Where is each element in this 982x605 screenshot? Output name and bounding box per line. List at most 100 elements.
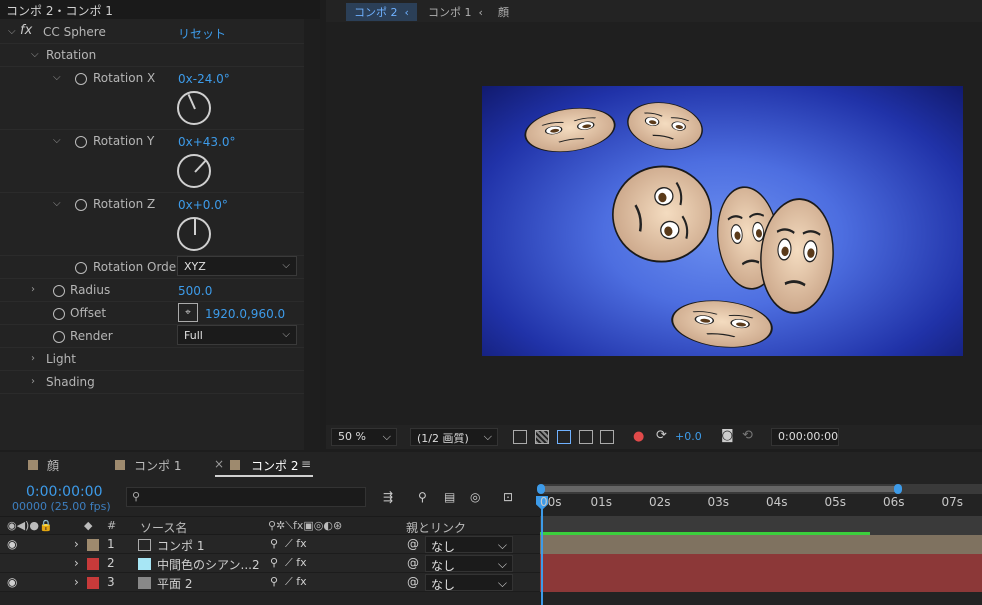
effect-row[interactable]: ⌵ fx CC Sphere リセット xyxy=(0,21,304,44)
light-row[interactable]: › Light xyxy=(0,348,304,371)
guides-icon[interactable] xyxy=(600,430,614,444)
rotation-y-value[interactable]: 0x+43.0° xyxy=(178,135,236,149)
layer-search-input[interactable]: ⚲ xyxy=(126,487,366,507)
shading-row[interactable]: › Shading xyxy=(0,371,304,394)
pick-whip-icon[interactable]: @ xyxy=(407,556,419,570)
transparency-grid-icon[interactable] xyxy=(535,430,549,444)
draft-3d-icon[interactable]: ⚲ xyxy=(418,490,427,504)
tab-face[interactable]: 顔 xyxy=(490,3,517,21)
layer-name[interactable]: 平面 2 xyxy=(157,575,192,592)
stopwatch-icon[interactable] xyxy=(75,199,87,211)
exposure-value[interactable]: +0.0 xyxy=(675,430,702,443)
stopwatch-icon[interactable] xyxy=(75,73,87,85)
chevron-down-icon[interactable]: ⌵ xyxy=(53,72,61,83)
layer-label-color[interactable] xyxy=(87,558,99,570)
mask-visibility-icon[interactable] xyxy=(557,430,571,444)
close-icon[interactable]: × xyxy=(214,457,224,471)
layer-track-bar[interactable] xyxy=(540,532,982,554)
camera-icon[interactable]: ◙ xyxy=(721,428,734,443)
show-snapshot-icon[interactable]: ⟲ xyxy=(742,428,753,443)
comp-mini-flowchart-icon[interactable]: ⇶ xyxy=(383,490,393,504)
layer-label-color[interactable] xyxy=(87,577,99,589)
chevron-right-icon[interactable]: › xyxy=(74,556,79,570)
rotation-x-dial[interactable] xyxy=(177,91,211,125)
frame-blending-icon[interactable]: ◎ xyxy=(470,490,480,504)
layer-track-bar[interactable] xyxy=(540,554,982,573)
rotation-z-dial[interactable] xyxy=(177,217,211,251)
zoom-select[interactable]: 50 % ⌵ xyxy=(331,428,397,446)
rotation-order-select[interactable]: XYZ ⌵ xyxy=(177,256,297,276)
eye-icon[interactable]: ◉ xyxy=(7,575,17,589)
ruler-tick-label: 04s xyxy=(766,495,788,509)
chevron-down-icon[interactable]: ⌵ xyxy=(53,135,61,146)
layer-label-color[interactable] xyxy=(87,539,99,551)
current-time-indicator[interactable] xyxy=(541,496,543,605)
composition-canvas[interactable] xyxy=(482,86,963,356)
region-of-interest-icon[interactable] xyxy=(579,430,593,444)
render-select[interactable]: Full ⌵ xyxy=(177,325,297,345)
offset-label: Offset xyxy=(70,306,107,320)
rotation-z-value[interactable]: 0x+0.0° xyxy=(178,198,228,212)
tab-comp-1[interactable]: コンポ 1 ‹ xyxy=(420,3,491,21)
effect-name: CC Sphere xyxy=(43,25,106,39)
column-parent-link[interactable]: 親とリンク xyxy=(406,519,466,536)
parent-select[interactable]: なし ⌵ xyxy=(425,536,513,554)
rotation-group-row[interactable]: ⌵ Rotation xyxy=(0,44,304,67)
timeline-tab-comp-1[interactable]: コンポ 1 xyxy=(134,457,181,474)
work-area-end-handle[interactable] xyxy=(894,484,902,494)
stopwatch-icon[interactable] xyxy=(53,331,65,343)
stopwatch-icon[interactable] xyxy=(53,308,65,320)
parent-select[interactable]: なし ⌵ xyxy=(425,574,513,592)
chevron-right-icon[interactable]: › xyxy=(74,575,79,589)
chevron-right-icon[interactable]: › xyxy=(74,537,79,551)
pick-whip-icon[interactable]: @ xyxy=(407,537,419,551)
layer-row[interactable]: › 2 中間色のシアン...2 ⚲ ⟋ fx @ なし ⌵ xyxy=(0,554,540,573)
color-management-icon[interactable]: ⟳ xyxy=(656,428,667,443)
pick-whip-icon[interactable]: @ xyxy=(407,575,419,589)
eye-icon[interactable]: ◉ xyxy=(7,537,17,551)
offset-value[interactable]: 1920.0,960.0 xyxy=(205,307,285,321)
reset-link[interactable]: リセット xyxy=(178,25,226,42)
layer-switches[interactable]: ⚲ ⟋ fx xyxy=(270,537,307,551)
menu-icon[interactable]: ≡ xyxy=(301,457,311,471)
work-area-start-handle[interactable] xyxy=(537,484,545,494)
work-area-bar[interactable] xyxy=(537,484,982,494)
chevron-down-icon[interactable]: ⌵ xyxy=(53,198,61,209)
rotation-y-dial[interactable] xyxy=(177,154,211,188)
radius-value[interactable]: 500.0 xyxy=(178,284,212,298)
layer-number: 1 xyxy=(107,537,115,551)
dial-needle xyxy=(194,159,207,173)
hide-shy-layers-icon[interactable]: ▤ xyxy=(444,490,455,504)
timeline-tab-comp-2[interactable]: コンポ 2 xyxy=(251,457,298,474)
layer-row[interactable]: ◉ › 3 平面 2 ⚲ ⟋ fx @ なし ⌵ xyxy=(0,573,540,592)
layer-row[interactable]: ◉ › 1 コンポ 1 ⚲ ⟋ fx @ なし ⌵ xyxy=(0,535,540,554)
column-source-name[interactable]: ソース名 xyxy=(140,519,187,536)
resolution-select[interactable]: (1/2 画質) ⌵ xyxy=(410,428,498,446)
timeline-tab-face[interactable]: 顔 xyxy=(47,457,59,474)
chevron-right-icon[interactable]: › xyxy=(31,353,35,364)
layer-track-bar[interactable] xyxy=(540,573,982,592)
stopwatch-icon[interactable] xyxy=(75,262,87,274)
crosshair-icon[interactable]: ⌖ xyxy=(178,303,198,322)
layer-switches[interactable]: ⚲ ⟋ fx xyxy=(270,556,307,570)
layer-switches[interactable]: ⚲ ⟋ fx xyxy=(270,575,307,589)
composition-nav-bar: コンポ 2 ‹ コンポ 1 ‹ 顔 xyxy=(326,0,982,22)
fast-preview-icon[interactable] xyxy=(513,430,527,444)
chevron-down-icon[interactable]: ⌵ xyxy=(31,49,39,60)
current-time-display[interactable]: 0:00:00:00 xyxy=(771,428,839,446)
rotation-x-value[interactable]: 0x-24.0° xyxy=(178,72,230,86)
work-area-range[interactable] xyxy=(540,486,895,492)
stopwatch-icon[interactable] xyxy=(75,136,87,148)
layer-name[interactable]: コンポ 1 xyxy=(157,537,204,554)
chevron-right-icon[interactable]: › xyxy=(31,376,35,387)
chevron-down-icon[interactable]: ⌵ xyxy=(8,26,16,37)
tab-comp-2[interactable]: コンポ 2 ‹ xyxy=(346,3,417,21)
parent-select[interactable]: なし ⌵ xyxy=(425,555,513,573)
stopwatch-icon[interactable] xyxy=(53,285,65,297)
fx-icon[interactable]: fx xyxy=(20,23,32,38)
current-time[interactable]: 0:00:00:00 xyxy=(26,484,103,500)
color-channels-icon[interactable]: ● xyxy=(633,429,644,444)
layer-name[interactable]: 中間色のシアン...2 xyxy=(157,556,260,573)
graph-editor-icon[interactable]: ⊡ xyxy=(503,490,513,504)
chevron-right-icon[interactable]: › xyxy=(31,284,35,295)
